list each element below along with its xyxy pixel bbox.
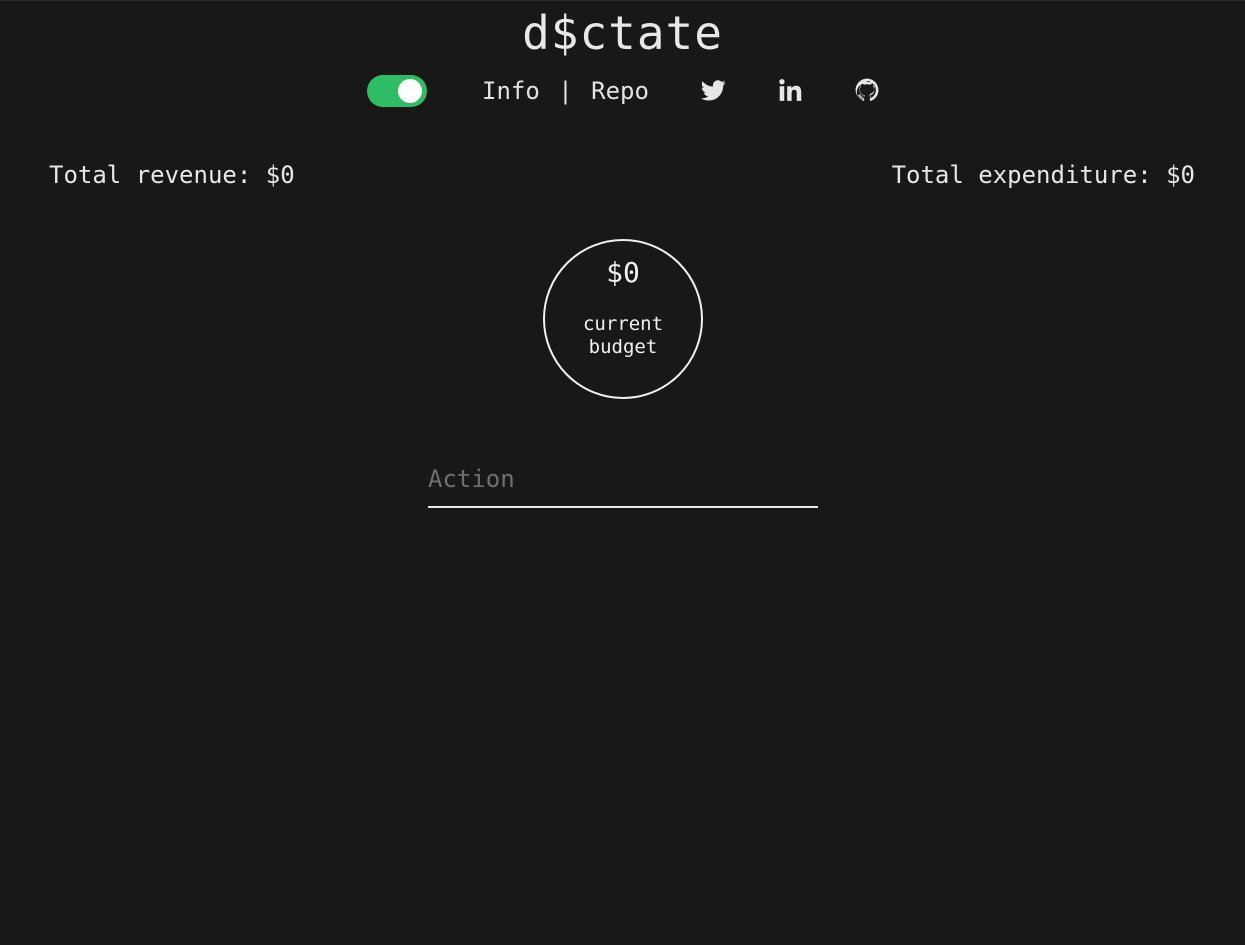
info-link[interactable]: Info (482, 77, 540, 105)
repo-link[interactable]: Repo (591, 77, 649, 105)
nav-separator: | (558, 77, 573, 105)
app-title: d$ctate (522, 6, 723, 60)
nav-links: Info | Repo (482, 74, 649, 108)
theme-toggle[interactable] (367, 75, 427, 107)
budget-label: current budget (582, 313, 664, 358)
action-input[interactable] (428, 452, 818, 508)
total-revenue: Total revenue: $0 (49, 161, 295, 189)
budget-value: $0 (606, 256, 640, 289)
top-border (0, 0, 1245, 1)
github-icon[interactable] (854, 77, 880, 103)
twitter-icon[interactable] (700, 77, 726, 103)
total-expenditure: Total expenditure: $0 (891, 161, 1195, 189)
budget-circle: $0 current budget (543, 239, 703, 399)
linkedin-icon[interactable] (777, 77, 803, 103)
toggle-knob (398, 79, 422, 103)
